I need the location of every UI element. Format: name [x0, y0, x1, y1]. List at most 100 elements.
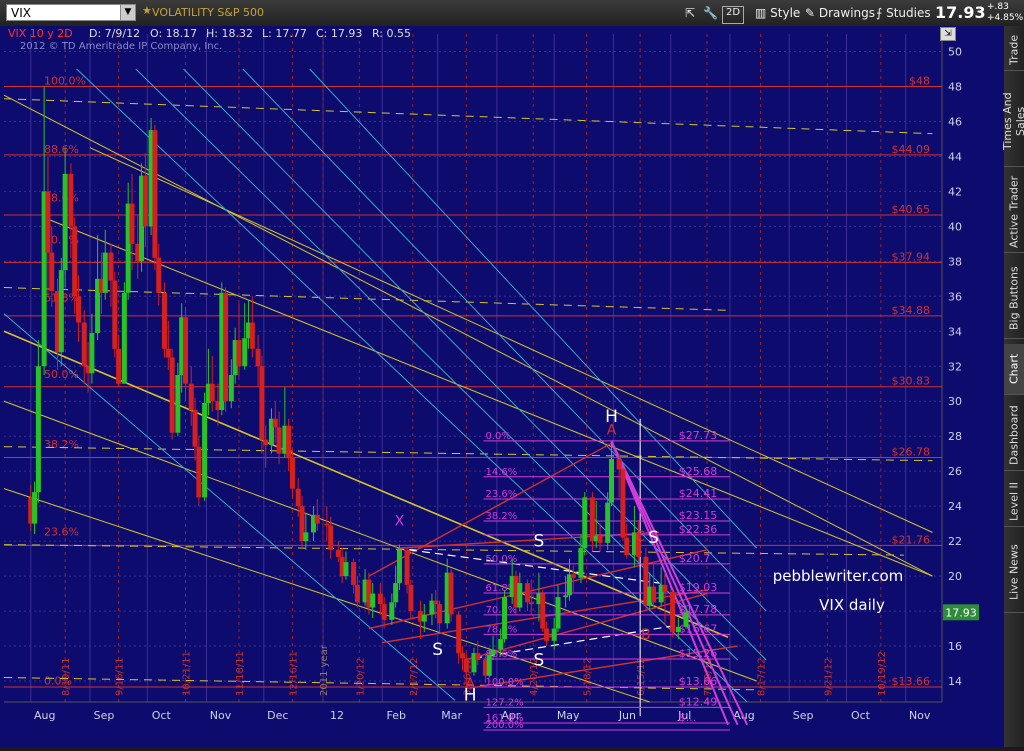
symbol-text: VIX — [11, 6, 31, 20]
info-symbol-period: VIX 10 y 2D — [8, 27, 73, 40]
symbol-input[interactable]: VIX ▼ — [6, 4, 136, 21]
fib-pct-label: 88.6% — [44, 143, 79, 156]
y-tick-label: 40 — [948, 220, 962, 233]
price-chart[interactable]: Aug Sep Oct Nov Dec 12 Feb Mar Apr May Jun Jul Aug Se… — [0, 26, 1004, 747]
info-low: L: 17.77 — [262, 27, 307, 40]
side-tab-active-trader[interactable]: Active Trader — [1004, 172, 1024, 253]
fib-right-price: $22.36 — [679, 523, 718, 536]
fib-right-pct: 127.2% — [486, 697, 524, 708]
fib-pct-label: 50.0% — [44, 368, 79, 381]
star-icon[interactable]: ★ — [142, 4, 152, 17]
fib-right-pct: 78.6% — [486, 624, 518, 635]
candle-body — [609, 458, 615, 503]
x-date-label: 10/19/12 — [877, 651, 888, 696]
side-tab-trade[interactable]: Trade — [1004, 30, 1024, 71]
candle-body — [156, 257, 162, 293]
change-percent: +4.85% — [987, 13, 1024, 23]
x-date-label: 10/21/11 — [181, 651, 192, 696]
candle-body — [49, 252, 55, 292]
fib-pct-label: 0.0% — [44, 674, 72, 687]
candle-body — [76, 296, 82, 323]
candle-body — [62, 173, 68, 271]
candle-body — [188, 383, 194, 410]
x-month-label: Sep — [94, 709, 115, 722]
fib-right-pct: 38.2% — [486, 511, 518, 522]
side-tab-live-news[interactable]: Live News — [1004, 532, 1024, 613]
candle-body — [169, 357, 175, 433]
candle-body — [236, 340, 242, 367]
fib-right-price: $... — [679, 711, 697, 724]
candle-body — [578, 548, 584, 578]
pattern-label: S — [432, 640, 443, 660]
info-range: R: 0.55 — [372, 27, 411, 40]
pattern-label: S — [534, 531, 545, 551]
style-menu[interactable]: ▥ Style — [755, 5, 800, 21]
side-tab-big-buttons[interactable]: Big Buttons — [1004, 258, 1024, 339]
x-month-label: Aug — [34, 709, 55, 722]
2d-mode-button[interactable]: 2D — [722, 6, 745, 24]
side-tab-level-ii[interactable]: Level II — [1004, 476, 1024, 527]
candle-body — [490, 649, 496, 655]
candle-body — [108, 252, 114, 281]
info-high: H: 18.32 — [206, 27, 253, 40]
point-label: B — [641, 627, 651, 643]
candle-body — [651, 586, 657, 603]
candle-body — [45, 191, 51, 253]
y-tick-label: 50 — [948, 45, 962, 58]
candle-body — [421, 614, 427, 622]
side-tab-chart[interactable]: Chart — [1004, 344, 1024, 395]
candle-body — [662, 584, 668, 592]
y-tick-label: 34 — [948, 325, 962, 338]
x-month-label: Oct — [851, 709, 871, 722]
expand-icon[interactable]: ⇲ — [940, 27, 956, 41]
candle-body — [289, 457, 295, 489]
candle-body — [517, 583, 523, 608]
drawings-label: Drawings — [818, 6, 876, 20]
x-date-label: 2/17/12 — [409, 657, 420, 696]
candle-body — [192, 409, 198, 447]
chart-area[interactable]: Aug Sep Oct Nov Dec 12 Feb Mar Apr May Jun Jul Aug Se… — [0, 26, 1004, 747]
fib-right-price: $23.15 — [679, 509, 718, 522]
candle-body — [303, 532, 309, 542]
fib-price-label: $21.76 — [892, 533, 931, 546]
candle-body — [597, 535, 603, 543]
candle-body — [675, 626, 681, 633]
x-month-label: May — [557, 709, 580, 722]
candle-body — [393, 583, 399, 603]
fib-right-pct: 23.6% — [486, 489, 518, 500]
candle-body — [68, 173, 74, 227]
side-tab-times-and-sales[interactable]: Times And Sales — [1001, 76, 1024, 167]
candle-body — [389, 602, 395, 620]
candle-body — [396, 549, 402, 584]
info-close: C: 17.93 — [316, 27, 363, 40]
candle-body — [582, 497, 588, 549]
cursor-icon[interactable]: ⇱ — [685, 5, 695, 21]
candle-body — [620, 469, 626, 538]
x-month-label: Feb — [387, 709, 406, 722]
x-month-label: Nov — [210, 709, 232, 722]
candle-body — [242, 338, 248, 367]
candle-body — [263, 439, 269, 445]
candle-body — [72, 226, 78, 297]
drawings-menu[interactable]: ✎ Drawings — [805, 5, 875, 21]
toolbar: VIX ▼ ★ VOLATILITY S&P 500 ⇱ 🔧 2D ▥ Styl… — [0, 0, 1024, 27]
candle-body — [129, 203, 135, 244]
candle-body — [563, 595, 569, 598]
candle-body — [343, 562, 349, 577]
candle-body — [142, 175, 148, 227]
x-date-label: 5/18/12 — [583, 657, 594, 696]
fib-price-label: $40.65 — [892, 203, 931, 216]
chevron-down-icon[interactable]: ▼ — [120, 5, 135, 20]
wrench-icon[interactable]: 🔧 — [703, 5, 718, 21]
side-tab-dashboard[interactable]: Dashboard — [1004, 400, 1024, 471]
candle-body — [528, 602, 534, 605]
candle-body — [35, 366, 41, 493]
candle-body — [58, 270, 64, 353]
studies-menu[interactable]: ⨍ Studies — [876, 5, 931, 21]
fib-price-label: $44.09 — [892, 143, 931, 156]
candle-body — [524, 583, 530, 603]
candle-body — [381, 604, 387, 620]
candle-body — [209, 383, 215, 402]
fib-price-label: $13.66 — [892, 675, 931, 688]
symbol-description: VOLATILITY S&P 500 — [152, 6, 264, 19]
